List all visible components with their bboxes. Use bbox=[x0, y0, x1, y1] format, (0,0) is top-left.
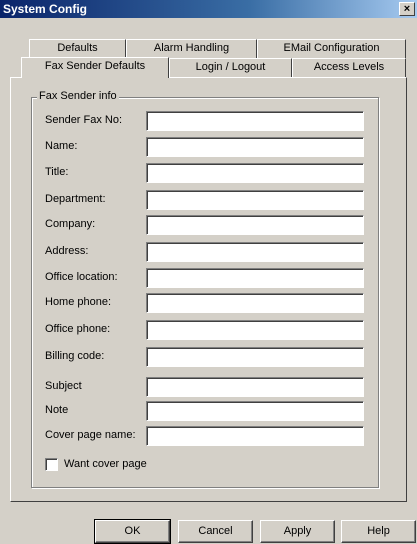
tab-alarm-handling[interactable]: Alarm Handling bbox=[126, 39, 257, 58]
home-phone-input[interactable] bbox=[146, 293, 364, 313]
field-label: Cover page name: bbox=[45, 429, 136, 441]
field-row-note: Note bbox=[0, 401, 417, 421]
want-cover-page-checkbox[interactable] bbox=[45, 458, 58, 471]
field-row-title: Title: bbox=[0, 163, 417, 183]
field-row-sender-fax-no: Sender Fax No: bbox=[0, 111, 417, 131]
tab-login-logout[interactable]: Login / Logout bbox=[169, 58, 292, 77]
field-row-office-phone: Office phone: bbox=[0, 320, 417, 340]
field-row-company: Company: bbox=[0, 215, 417, 235]
field-row-cover-page-name: Cover page name: bbox=[0, 426, 417, 446]
tab-fax-sender-defaults[interactable]: Fax Sender Defaults bbox=[21, 57, 169, 78]
want-cover-page-label: Want cover page bbox=[64, 458, 147, 470]
field-label: Subject bbox=[45, 380, 82, 392]
sender-fax-no-input[interactable] bbox=[146, 111, 364, 131]
cancel-button[interactable]: Cancel bbox=[178, 520, 253, 543]
cover-page-name-input[interactable] bbox=[146, 426, 364, 446]
close-icon: × bbox=[403, 3, 411, 15]
company-input[interactable] bbox=[146, 215, 364, 235]
apply-button[interactable]: Apply bbox=[260, 520, 335, 543]
billing-code-input[interactable] bbox=[146, 347, 364, 367]
address-input[interactable] bbox=[146, 242, 364, 262]
group-title: Fax Sender info bbox=[37, 90, 119, 103]
system-config-window: System Config × Defaults Alarm Handling … bbox=[0, 0, 417, 544]
field-row-home-phone: Home phone: bbox=[0, 293, 417, 313]
field-label: Sender Fax No: bbox=[45, 114, 123, 126]
field-row-billing-code: Billing code: bbox=[0, 347, 417, 367]
office-location-input[interactable] bbox=[146, 268, 364, 288]
title-bar[interactable]: System Config × bbox=[0, 0, 417, 18]
office-phone-input[interactable] bbox=[146, 320, 364, 340]
subject-input[interactable] bbox=[146, 377, 364, 397]
field-label: Office phone: bbox=[45, 323, 111, 335]
department-input[interactable] bbox=[146, 190, 364, 210]
field-label: Office location: bbox=[45, 271, 118, 283]
field-label: Billing code: bbox=[45, 350, 105, 362]
field-row-department: Department: bbox=[0, 190, 417, 210]
field-label: Department: bbox=[45, 193, 106, 205]
tab-defaults[interactable]: Defaults bbox=[29, 39, 126, 58]
field-label: Title: bbox=[45, 166, 69, 178]
field-label: Note bbox=[45, 404, 69, 416]
field-row-name: Name: bbox=[0, 137, 417, 157]
field-label: Home phone: bbox=[45, 296, 112, 308]
help-button[interactable]: Help bbox=[341, 520, 416, 543]
note-input[interactable] bbox=[146, 401, 364, 421]
field-label: Address: bbox=[45, 245, 89, 257]
title-input[interactable] bbox=[146, 163, 364, 183]
field-row-address: Address: bbox=[0, 242, 417, 262]
field-row-subject: Subject bbox=[0, 377, 417, 397]
field-row-office-location: Office location: bbox=[0, 268, 417, 288]
field-label: Name: bbox=[45, 140, 78, 152]
field-label: Company: bbox=[45, 218, 96, 230]
tab-access-levels[interactable]: Access Levels bbox=[292, 58, 406, 77]
ok-button[interactable]: OK bbox=[94, 519, 171, 544]
tab-email-configuration[interactable]: EMail Configuration bbox=[257, 39, 406, 58]
close-button[interactable]: × bbox=[399, 2, 415, 16]
window-title: System Config bbox=[3, 2, 88, 16]
name-input[interactable] bbox=[146, 137, 364, 157]
